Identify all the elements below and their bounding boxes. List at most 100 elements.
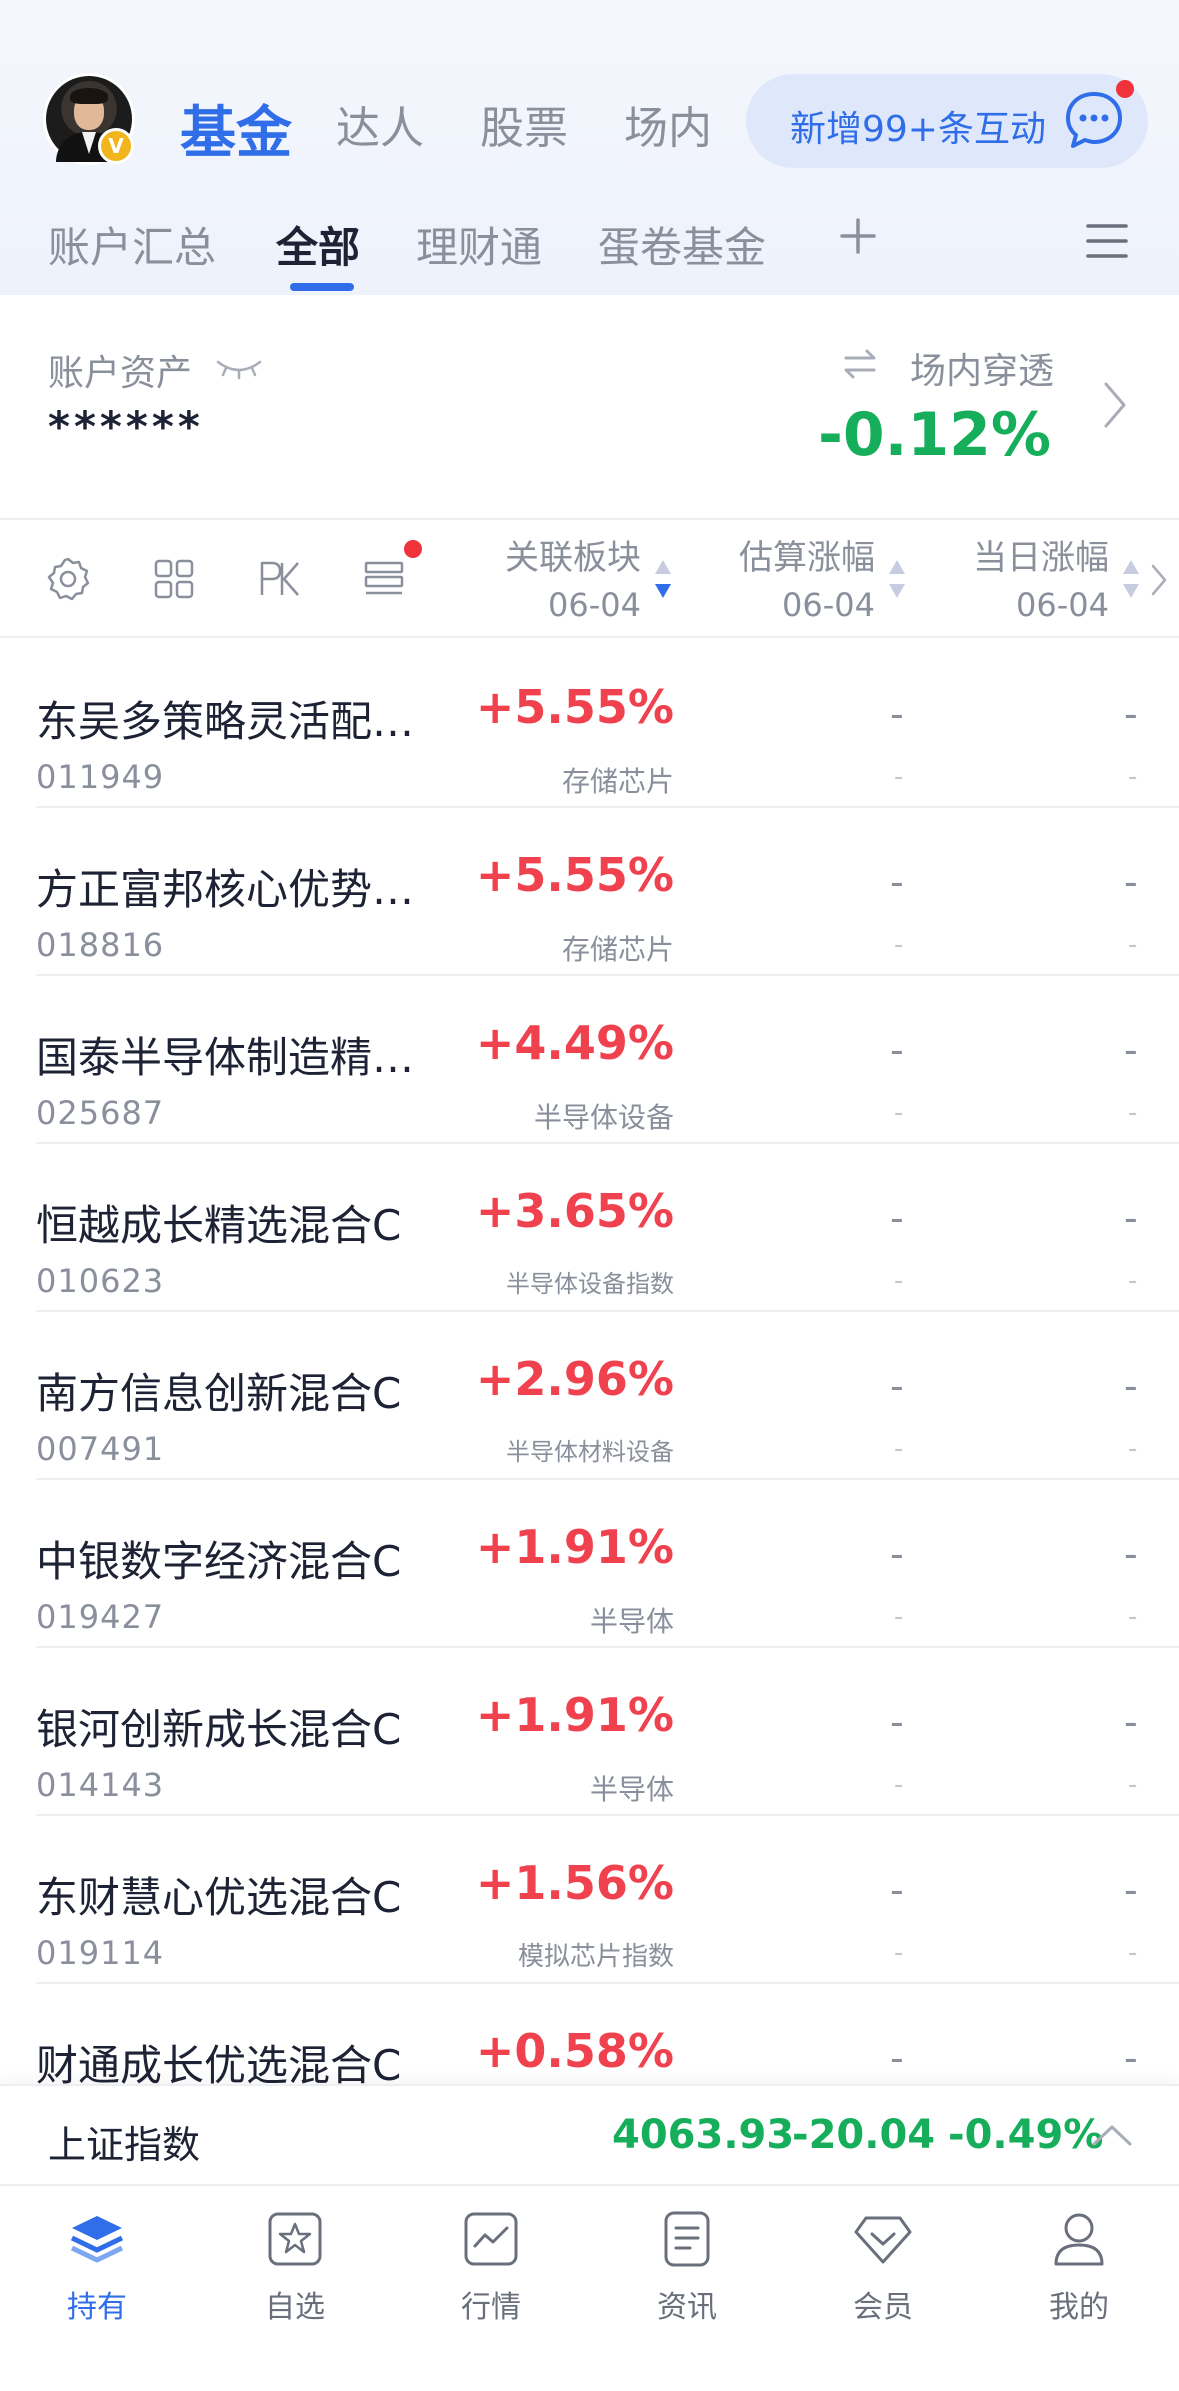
list-view-icon[interactable] [360,555,408,603]
estimate-sub: - [894,1098,904,1128]
sector-change: +0.58% [475,2024,674,2078]
sector-change: +3.65% [475,1184,674,1238]
scroll-columns-chevron-icon[interactable] [1150,562,1168,598]
nav-label: 行情 [461,2290,521,2325]
sort-toggle-icon[interactable] [1120,556,1142,602]
fund-row[interactable]: 方正富邦核心优势… 018816 +5.55% 存储芯片 - - - - [0,808,1179,976]
sector-change: +1.91% [475,1688,674,1742]
eye-closed-icon[interactable] [214,356,264,380]
sector-change: +5.55% [475,680,674,734]
daily-sub: - [1128,1770,1138,1800]
column-date-sector: 06-04 [548,586,641,624]
subtab-all[interactable]: 全部 [276,214,360,275]
fund-row[interactable]: 国泰半导体制造精… 025687 +4.49% 半导体设备 - - - - [0,976,1179,1144]
column-header-estimate[interactable]: 估算涨幅 [739,530,875,579]
subtab-account-summary[interactable]: 账户汇总 [48,214,216,275]
nav-market[interactable]: 行情 [416,2208,566,2326]
fund-row[interactable]: 东财慧心优选混合C 019114 +1.56% 模拟芯片指数 - - - - [0,1816,1179,1984]
subtab-danjuan[interactable]: 蛋卷基金 [598,214,766,275]
daily-change: - [1124,1196,1138,1240]
notification-dot [1116,80,1134,98]
nav-label: 会员 [853,2290,913,2325]
add-tab-icon[interactable] [836,214,880,258]
daily-change: - [1124,1364,1138,1408]
fund-row[interactable]: 东吴多策略灵活配… 011949 +5.55% 存储芯片 - - - - [0,640,1179,808]
daily-change: - [1124,692,1138,736]
estimate-change: - [890,1700,904,1744]
daily-change: - [1124,1700,1138,1744]
estimate-sub: - [894,1434,904,1464]
divider [0,518,1179,520]
pk-compare-icon[interactable] [256,555,304,603]
menu-icon[interactable] [1086,222,1128,260]
fund-name: 国泰半导体制造精… [36,1033,415,1082]
grid-view-icon[interactable] [150,555,198,603]
fund-name: 东吴多策略灵活配… [36,697,415,746]
fund-code: 007491 [36,1430,165,1468]
nav-membership[interactable]: 会员 [808,2208,958,2326]
fund-row[interactable]: 银河创新成长混合C 014143 +1.91% 半导体 - - - - [0,1648,1179,1816]
fund-row[interactable]: 恒越成长精选混合C 010623 +3.65% 半导体设备指数 - - - - [0,1144,1179,1312]
tab-fund[interactable]: 基金 [180,88,292,169]
tab-stock[interactable]: 股票 [480,92,568,156]
tab-expert[interactable]: 达人 [336,92,424,156]
estimate-sub: - [894,762,904,792]
nav-profile[interactable]: 我的 [1004,2208,1154,2326]
sort-toggle-icon[interactable] [652,556,674,602]
penetration-label: 场内穿透 [910,351,1055,392]
daily-change: - [1124,1868,1138,1912]
subtab-active-indicator [290,283,354,291]
star-box-icon [268,2212,322,2266]
sector-name: 半导体设备指数 [506,1270,674,1298]
settings-gear-icon[interactable] [44,555,92,603]
daily-change: - [1124,860,1138,904]
bottom-navigation: 持有 自选 行情 资讯 会员 我的 [0,2184,1179,2391]
estimate-sub: - [894,1266,904,1296]
index-name: 上证指数 [48,2123,201,2167]
estimate-sub: - [894,1602,904,1632]
nav-holdings[interactable]: 持有 [22,2208,172,2326]
daily-change: - [1124,2036,1138,2080]
account-assets-label: 账户资产 [48,353,193,394]
sector-change: +4.49% [475,1016,674,1070]
daily-sub: - [1128,930,1138,960]
daily-change: - [1124,1532,1138,1576]
chat-bubble-icon[interactable] [1062,88,1126,152]
sector-change: +2.96% [475,1352,674,1406]
index-change: -20.04 [792,2112,936,2158]
chevron-right-icon[interactable] [1102,380,1128,430]
nav-label: 自选 [265,2290,325,2325]
estimate-change: - [890,1364,904,1408]
nav-label: 持有 [67,2290,127,2325]
tab-exchange[interactable]: 场内 [624,92,712,156]
layers-icon [70,2216,124,2263]
swap-icon [844,349,876,379]
divider [0,636,1179,638]
fund-code: 018816 [36,926,165,964]
fund-row[interactable]: 中银数字经济混合C 019427 +1.91% 半导体 - - - - [0,1480,1179,1648]
sector-change: +1.91% [475,1520,674,1574]
market-index-bar[interactable]: 上证指数 4063.93 -20.04 -0.49% [0,2084,1179,2186]
fund-code: 011949 [36,758,165,796]
penetration-value: -0.12% [817,400,1051,470]
sector-change: +5.55% [475,848,674,902]
nav-news[interactable]: 资讯 [612,2208,762,2326]
chevron-up-icon[interactable] [1090,2122,1134,2148]
sort-toggle-icon[interactable] [886,556,908,602]
fund-name: 银河创新成长混合C [36,1705,402,1754]
fund-row[interactable]: 南方信息创新混合C 007491 +2.96% 半导体材料设备 - - - - [0,1312,1179,1480]
estimate-sub: - [894,1770,904,1800]
column-header-daily[interactable]: 当日涨幅 [973,530,1109,579]
daily-sub: - [1128,762,1138,792]
daily-sub: - [1128,1602,1138,1632]
estimate-sub: - [894,1938,904,1968]
nav-watchlist[interactable]: 自选 [220,2208,370,2326]
column-date-daily: 06-04 [1016,586,1109,624]
interaction-pill-label: 新增99+条互动 [790,109,1046,150]
fund-name: 东财慧心优选混合C [36,1873,402,1922]
subtab-licaitong[interactable]: 理财通 [416,214,542,275]
sector-change: +1.56% [475,1856,674,1910]
fund-name: 南方信息创新混合C [36,1369,402,1418]
column-header-sector[interactable]: 关联板块 [505,530,641,579]
estimate-change: - [890,692,904,736]
